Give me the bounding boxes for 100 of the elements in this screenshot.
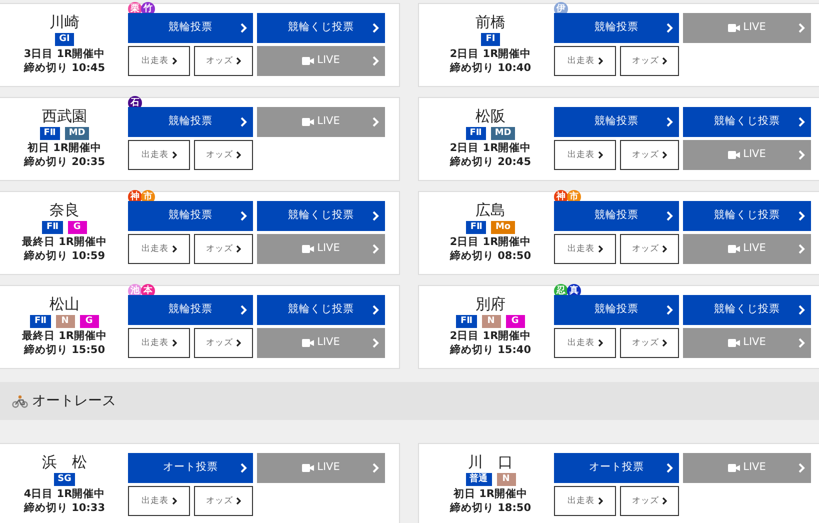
bet-button[interactable]: 競輪くじ投票: [683, 201, 811, 231]
video-camera-icon: [728, 339, 740, 347]
chevron-icon: [372, 338, 379, 348]
grade-label: N: [56, 315, 75, 328]
chevron-icon: [798, 463, 805, 473]
odds-button[interactable]: オッズ: [194, 234, 253, 264]
chevron-icon: [666, 211, 673, 221]
odds-button[interactable]: オッズ: [194, 140, 253, 170]
odds-button[interactable]: オッズ: [620, 328, 679, 358]
chevron-icon: [240, 305, 247, 315]
bet-button[interactable]: 競輪投票: [554, 201, 679, 231]
bet-button[interactable]: 競輪投票: [128, 107, 253, 137]
entries-button[interactable]: 出走表: [554, 486, 616, 516]
odds-button[interactable]: オッズ: [194, 328, 253, 358]
entries-button[interactable]: 出走表: [128, 234, 190, 264]
odds-button[interactable]: オッズ: [620, 140, 679, 170]
chevron-icon: [798, 211, 805, 221]
entries-button[interactable]: 出走表: [554, 140, 616, 170]
bet-button[interactable]: 競輪投票: [128, 295, 253, 325]
chevron-icon: [662, 339, 667, 347]
chevron-icon: [598, 57, 602, 65]
deadline: 締め切り 18:50: [450, 501, 532, 515]
motorbike-icon: [12, 394, 28, 408]
chevron-icon: [372, 211, 379, 221]
section-heading: オートレース: [32, 392, 116, 410]
chevron-icon: [598, 245, 602, 253]
chevron-icon: [372, 244, 379, 254]
bet-button[interactable]: オート投票: [554, 453, 679, 483]
chevron-icon: [172, 497, 176, 505]
chevron-icon: [666, 463, 673, 473]
chevron-icon: [798, 305, 805, 315]
chevron-icon: [798, 244, 805, 254]
race-day: 3日目 1R開催中: [24, 47, 106, 61]
deadline: 締め切り 10:40: [450, 61, 532, 75]
video-camera-icon: [302, 118, 314, 126]
entries-button[interactable]: 出走表: [554, 46, 616, 76]
venue-name: 浜 松: [42, 453, 87, 471]
bet-button[interactable]: 競輪投票: [554, 107, 679, 137]
bet-button[interactable]: 競輪くじ投票: [257, 295, 385, 325]
bet-button[interactable]: 競輪投票: [554, 295, 679, 325]
odds-button[interactable]: オッズ: [194, 46, 253, 76]
bet-button[interactable]: 競輪くじ投票: [257, 13, 385, 43]
venue-name: 川 口: [468, 453, 513, 471]
chevron-icon: [666, 23, 673, 33]
grade-label: N: [482, 315, 501, 328]
race-day: 2日目 1R開催中: [450, 235, 532, 249]
chevron-icon: [662, 497, 667, 505]
chevron-icon: [662, 57, 667, 65]
venue-name: 川崎: [50, 13, 80, 31]
race-day: 2日目 1R開催中: [450, 47, 532, 61]
grade-label: FⅡ: [30, 315, 51, 328]
venue-name: 広島: [476, 201, 506, 219]
chevron-icon: [372, 305, 379, 315]
deadline: 締め切り 10:33: [24, 501, 106, 515]
video-camera-icon: [302, 245, 314, 253]
chevron-icon: [240, 463, 247, 473]
chevron-icon: [598, 497, 602, 505]
grade-label: 普通: [466, 473, 492, 486]
bet-button[interactable]: 競輪くじ投票: [683, 107, 811, 137]
entries-button[interactable]: 出走表: [554, 328, 616, 358]
grade-label: MD: [64, 127, 90, 140]
grade-label: Mo: [491, 221, 515, 234]
bet-button[interactable]: 競輪くじ投票: [683, 295, 811, 325]
video-camera-icon: [302, 339, 314, 347]
chevron-icon: [236, 497, 241, 505]
bet-button[interactable]: オート投票: [128, 453, 253, 483]
bet-button[interactable]: 競輪くじ投票: [257, 201, 385, 231]
chevron-icon: [240, 211, 247, 221]
entries-button[interactable]: 出走表: [554, 234, 616, 264]
odds-button[interactable]: オッズ: [620, 46, 679, 76]
entries-button[interactable]: 出走表: [128, 486, 190, 516]
bet-button[interactable]: 競輪投票: [554, 13, 679, 43]
race-day: 2日目 1R開催中: [450, 329, 532, 343]
chevron-icon: [662, 245, 667, 253]
grade-label: FⅡ: [40, 127, 60, 140]
entries-button[interactable]: 出走表: [128, 140, 190, 170]
odds-button[interactable]: オッズ: [620, 486, 679, 516]
race-day: 最終日 1R開催中: [22, 329, 108, 343]
chevron-icon: [666, 305, 673, 315]
entries-button[interactable]: 出走表: [128, 328, 190, 358]
grade-label: FⅡ: [42, 221, 63, 234]
video-camera-icon: [728, 245, 740, 253]
chevron-icon: [172, 339, 176, 347]
grade-label: GI: [55, 33, 74, 46]
entries-button[interactable]: 出走表: [128, 46, 190, 76]
video-camera-icon: [302, 464, 314, 472]
bet-button[interactable]: 競輪投票: [128, 13, 253, 43]
grade-label: FⅡ: [466, 127, 486, 140]
chevron-icon: [598, 339, 602, 347]
bet-button[interactable]: 競輪投票: [128, 201, 253, 231]
venue-name: 松山: [50, 295, 80, 313]
chevron-icon: [372, 463, 379, 473]
odds-button[interactable]: オッズ: [194, 486, 253, 516]
chevron-icon: [372, 23, 379, 33]
venue-name: 前橋: [476, 13, 506, 31]
odds-button[interactable]: オッズ: [620, 234, 679, 264]
race-day: 4日目 1R開催中: [24, 487, 106, 501]
venue-name: 奈良: [50, 201, 80, 219]
chevron-icon: [236, 339, 241, 347]
race-day: 初日 1R開催中: [453, 487, 528, 501]
